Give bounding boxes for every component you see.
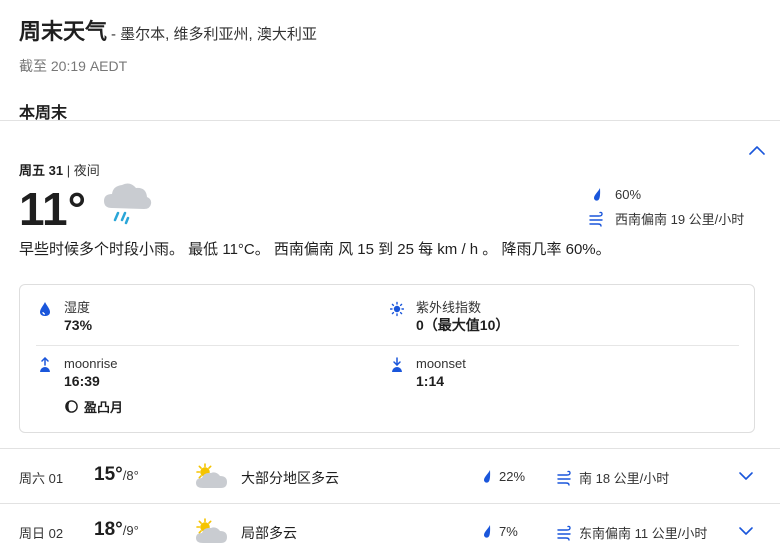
humidity-icon (40, 302, 50, 316)
location-label: - 墨尔本, 维多利亚州, 澳大利亚 (111, 26, 317, 43)
collapse-button[interactable] (746, 140, 768, 160)
forecast-precip: 22% (481, 468, 525, 484)
moonrise-icon (40, 357, 50, 372)
chevron-up-icon (749, 146, 765, 155)
wind-icon (557, 525, 571, 541)
wind-icon (589, 211, 603, 227)
current-precip: 60% (589, 186, 641, 202)
forecast-precip-value: 7% (499, 523, 518, 539)
moonset-icon (392, 357, 402, 372)
current-day: 周五 31 (19, 163, 64, 178)
moonrise-label: moonrise (64, 356, 118, 371)
forecast-wind: 南 18 公里/小时 (557, 468, 669, 487)
partly-cloudy-icon (196, 463, 227, 488)
uv-label: 紫外线指数 (416, 300, 482, 315)
raindrop-icon (594, 188, 601, 201)
details-card: 湿度 73% 紫外线指数 0（最大值10） moonrise 16:39 moo… (19, 284, 755, 433)
current-precip-value: 60% (615, 186, 642, 202)
cloud-rain-icon (104, 183, 152, 225)
humidity-label: 湿度 (64, 300, 91, 315)
sun-icon (390, 301, 404, 317)
moonset-item: moonset 1:14 (390, 355, 466, 391)
wind-icon (557, 470, 571, 486)
chevron-down-icon (739, 527, 753, 535)
current-wind: 西南偏南 19 公里/小时 (589, 209, 744, 228)
forecast-wind: 东南偏南 11 公里/小时 (557, 523, 707, 542)
forecast-temp: 18°/9° (94, 519, 139, 541)
forecast-high: 18° (94, 519, 123, 540)
forecast-temp: 15°/8° (94, 464, 139, 486)
forecast-wind-value: 东南偏南 11 公里/小时 (579, 526, 708, 541)
expand-button[interactable] (736, 522, 756, 540)
current-day-label: 周五 31 | 夜间 (19, 160, 100, 179)
forecast-summary: 早些时候多个时段小雨。 最低 11°C。 西南偏南 风 15 到 25 每 km… (19, 241, 611, 258)
forecast-day: 周日 02 (19, 526, 64, 541)
forecast-day: 周六 01 (19, 471, 64, 486)
moon-phase-icon (65, 400, 78, 413)
moonrise-value: 16:39 (64, 373, 100, 389)
moonrise-item: moonrise 16:39 (38, 355, 117, 391)
moonset-label: moonset (416, 356, 466, 371)
raindrop-icon (484, 470, 491, 483)
forecast-precip-value: 22% (499, 468, 526, 484)
uv-value: 0（最大值10） (416, 317, 510, 333)
page-title: 周末天气 (19, 19, 108, 44)
current-temperature: 11° (19, 183, 87, 235)
moonset-value: 1:14 (416, 373, 445, 389)
title-row: 周末天气 - 墨尔本, 维多利亚州, 澳大利亚 (19, 14, 759, 46)
section-divider (0, 120, 780, 121)
card-divider (36, 345, 739, 346)
forecast-condition: 大部分地区多云 (241, 470, 339, 486)
expand-button[interactable] (736, 467, 756, 485)
humidity-value: 73% (64, 317, 93, 333)
forecast-high: 15° (94, 464, 123, 485)
page-header: 周末天气 - 墨尔本, 维多利亚州, 澳大利亚 (19, 14, 759, 46)
forecast-row-sunday[interactable]: 周日 02 18°/9° 局部多云 7% 东南偏南 11 公里/小时 (0, 504, 780, 558)
forecast-wind-value: 南 18 公里/小时 (579, 471, 670, 486)
raindrop-icon (484, 525, 491, 538)
current-wind-value: 西南偏南 19 公里/小时 (615, 212, 745, 227)
moon-phase: 盈凸月 (65, 397, 123, 416)
chevron-down-icon (739, 472, 753, 480)
forecast-precip: 7% (481, 523, 518, 539)
current-period: | 夜间 (66, 163, 100, 178)
forecast-row-saturday[interactable]: 周六 01 15°/8° 大部分地区多云 22% 南 18 公里/小时 (0, 449, 780, 504)
humidity-item: 湿度 73% (38, 299, 92, 335)
forecast-low: /8° (122, 468, 139, 483)
moon-phase-label: 盈凸月 (84, 400, 124, 415)
uv-item: 紫外线指数 0（最大值10） (390, 299, 509, 335)
updated-time: 截至 20:19 AEDT (19, 58, 128, 74)
forecast-condition: 局部多云 (241, 525, 297, 541)
forecast-low: /9° (122, 523, 139, 538)
partly-cloudy-icon (196, 518, 227, 543)
